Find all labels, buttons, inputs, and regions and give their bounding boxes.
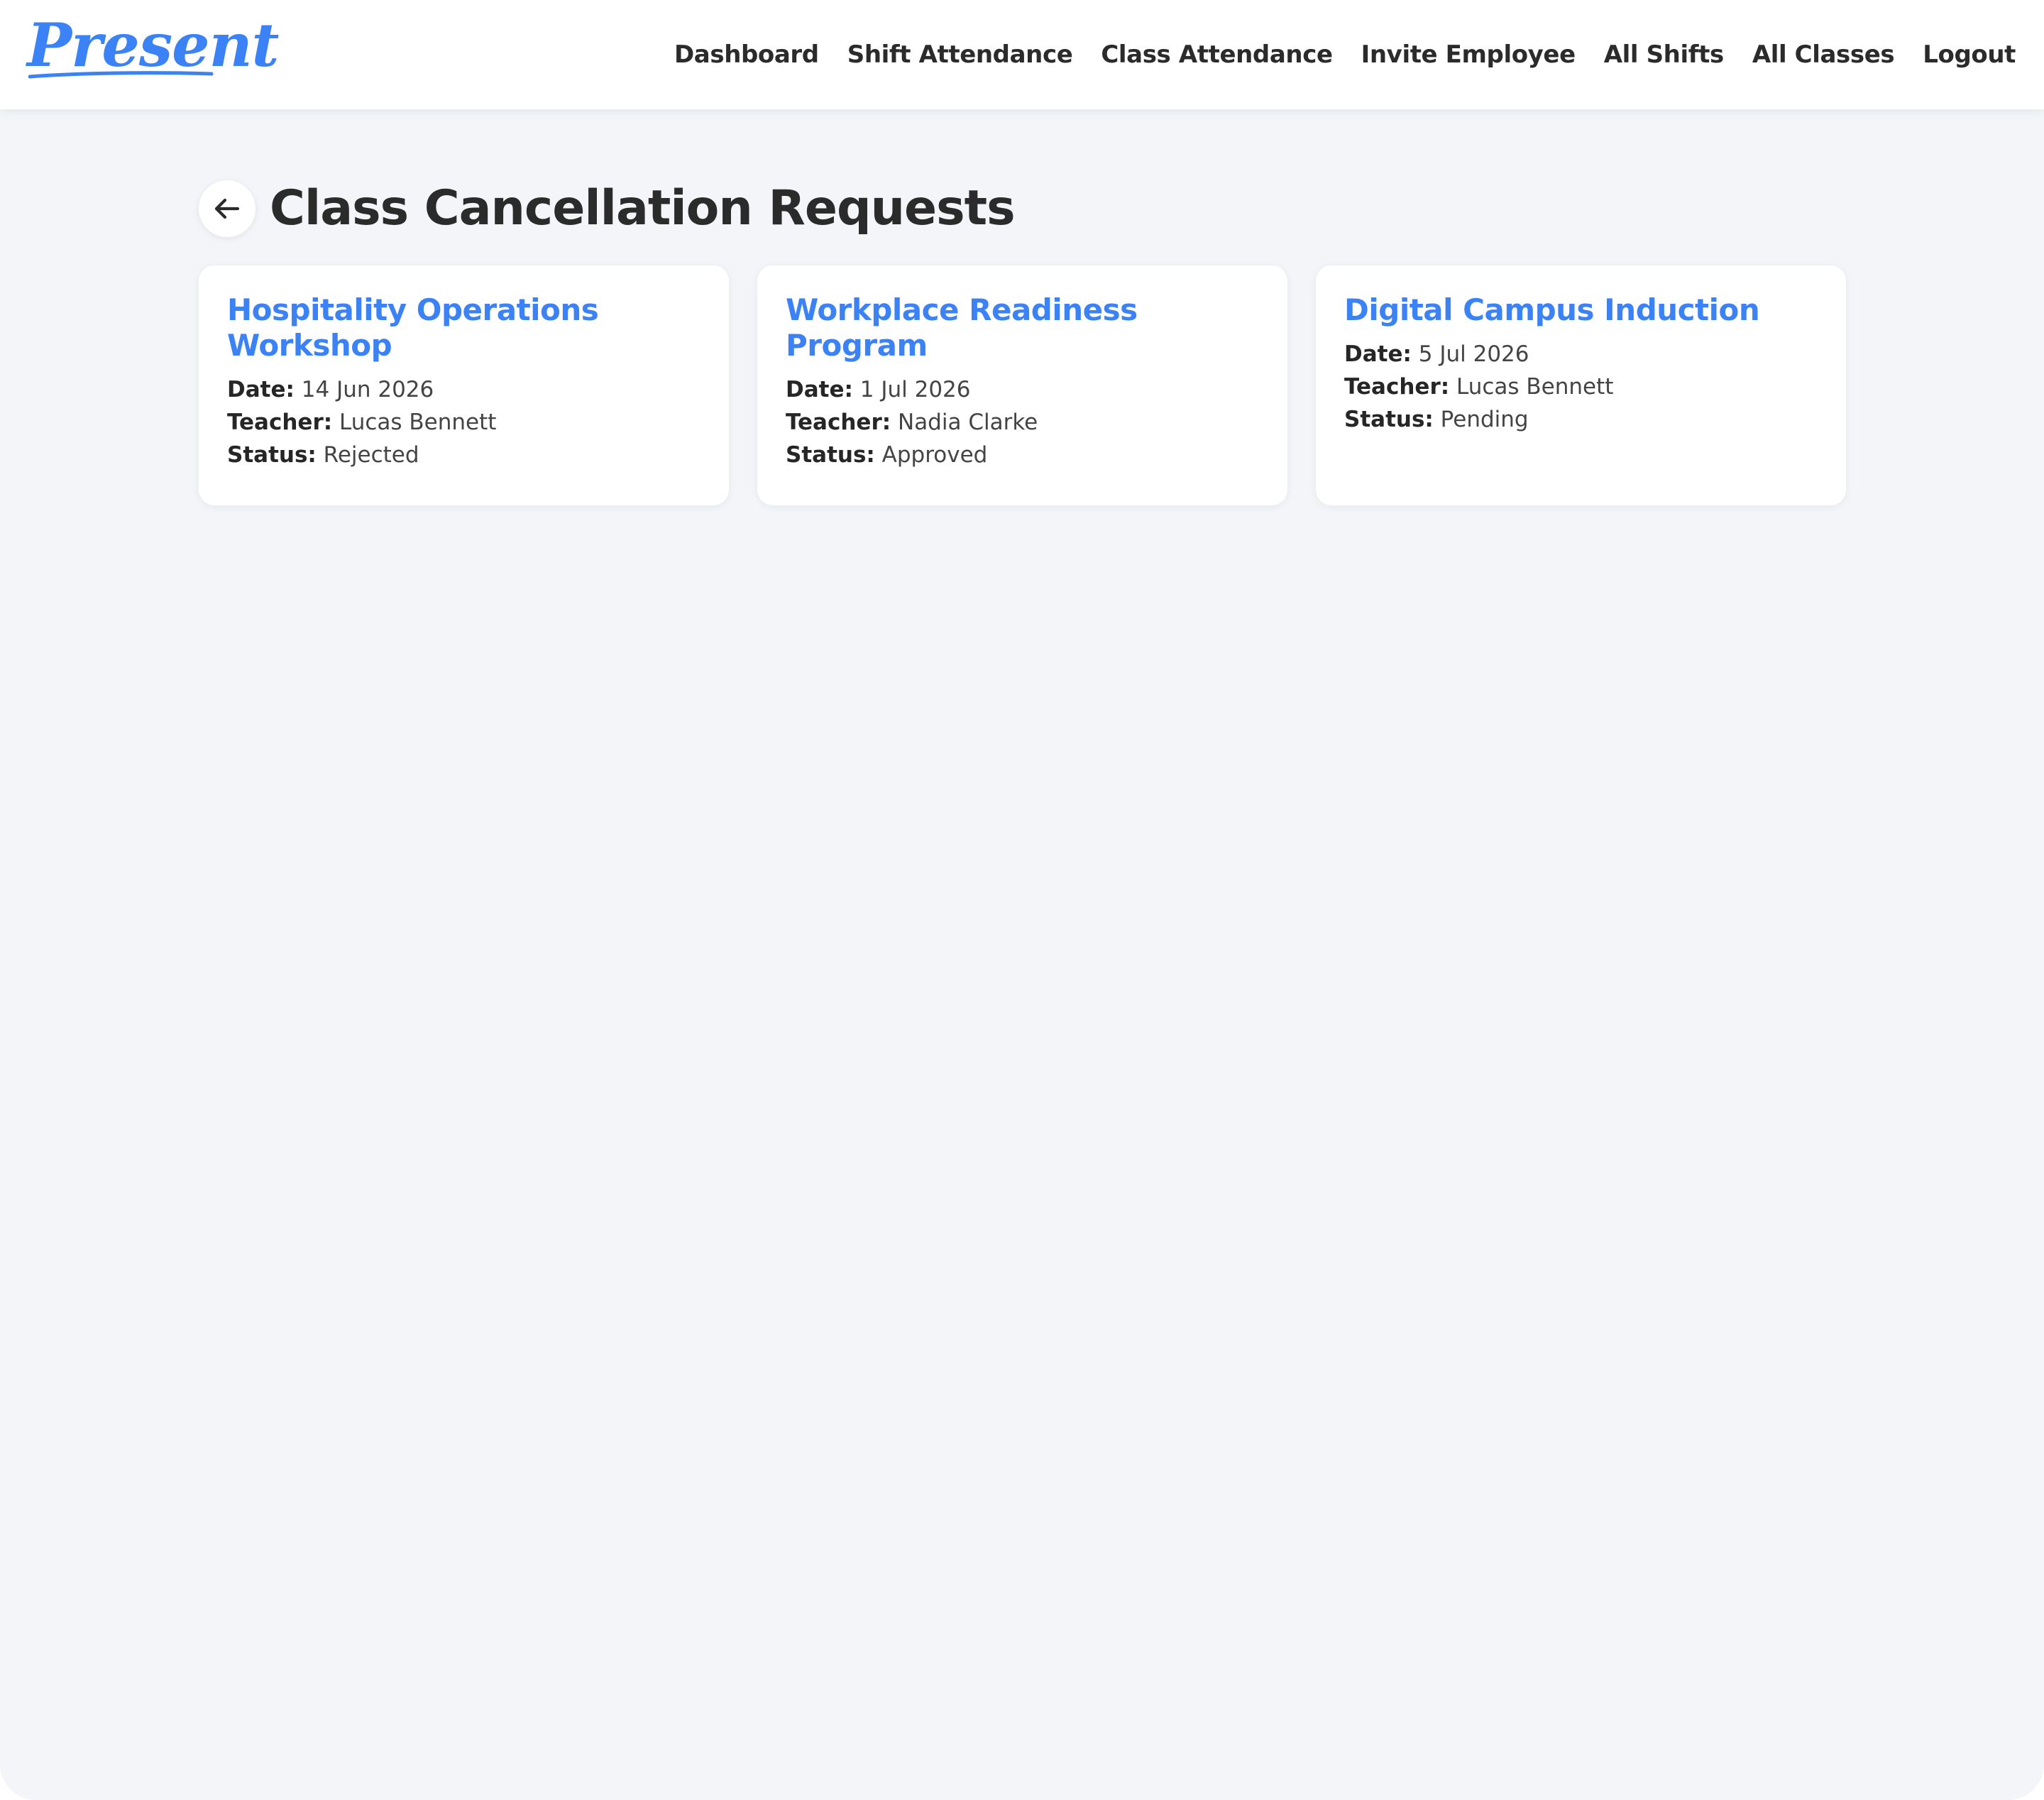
status-label: Status: [1344, 407, 1434, 432]
teacher-value: Lucas Bennett [1456, 374, 1614, 400]
teacher-row: Teacher: Lucas Bennett [1344, 371, 1819, 403]
status-row: Status: Approved [786, 439, 1260, 471]
date-label: Date: [227, 377, 295, 402]
date-label: Date: [1344, 341, 1412, 367]
nav-dashboard[interactable]: Dashboard [674, 34, 819, 75]
teacher-label: Teacher: [786, 410, 891, 435]
status-value: Pending [1440, 407, 1529, 432]
teacher-value: Lucas Bennett [339, 410, 497, 435]
nav-shift-attendance[interactable]: Shift Attendance [847, 34, 1073, 75]
date-row: Date: 14 Jun 2026 [227, 373, 702, 406]
teacher-row: Teacher: Nadia Clarke [786, 406, 1260, 439]
arrow-left-icon [214, 198, 240, 219]
status-value: Rejected [323, 442, 419, 468]
date-value: 1 Jul 2026 [859, 377, 971, 402]
top-navbar: Present Dashboard Shift Attendance Class… [0, 0, 2044, 109]
class-title[interactable]: Digital Campus Induction [1344, 292, 1819, 328]
main-navigation: Dashboard Shift Attendance Class Attenda… [674, 34, 2016, 75]
request-card-list: Hospitality Operations Workshop Date: 14… [199, 265, 1846, 505]
date-row: Date: 5 Jul 2026 [1344, 338, 1819, 371]
teacher-label: Teacher: [227, 410, 333, 435]
request-card[interactable]: Digital Campus Induction Date: 5 Jul 202… [1316, 265, 1846, 505]
status-row: Status: Pending [1344, 403, 1819, 436]
class-title[interactable]: Workplace Readiness Program [786, 292, 1260, 363]
status-row: Status: Rejected [227, 439, 702, 471]
page-title: Class Cancellation Requests [270, 180, 1016, 236]
nav-all-classes[interactable]: All Classes [1752, 34, 1895, 75]
request-card[interactable]: Hospitality Operations Workshop Date: 14… [199, 265, 729, 505]
app-root: Present Dashboard Shift Attendance Class… [0, 0, 2044, 1800]
status-label: Status: [786, 442, 875, 468]
nav-invite-employee[interactable]: Invite Employee [1361, 34, 1576, 75]
back-button[interactable] [199, 180, 256, 237]
logo-underline-swoosh [28, 71, 214, 79]
date-label: Date: [786, 377, 853, 402]
date-value: 14 Jun 2026 [301, 377, 434, 402]
status-value: Approved [881, 442, 988, 468]
nav-all-shifts[interactable]: All Shifts [1604, 34, 1724, 75]
date-row: Date: 1 Jul 2026 [786, 373, 1260, 406]
teacher-row: Teacher: Lucas Bennett [227, 406, 702, 439]
nav-logout[interactable]: Logout [1923, 34, 2016, 75]
date-value: 5 Jul 2026 [1418, 341, 1529, 367]
teacher-value: Nadia Clarke [898, 410, 1038, 435]
teacher-label: Teacher: [1344, 374, 1450, 400]
request-card[interactable]: Workplace Readiness Program Date: 1 Jul … [757, 265, 1287, 505]
status-label: Status: [227, 442, 317, 468]
class-title[interactable]: Hospitality Operations Workshop [227, 292, 702, 363]
nav-class-attendance[interactable]: Class Attendance [1101, 34, 1333, 75]
